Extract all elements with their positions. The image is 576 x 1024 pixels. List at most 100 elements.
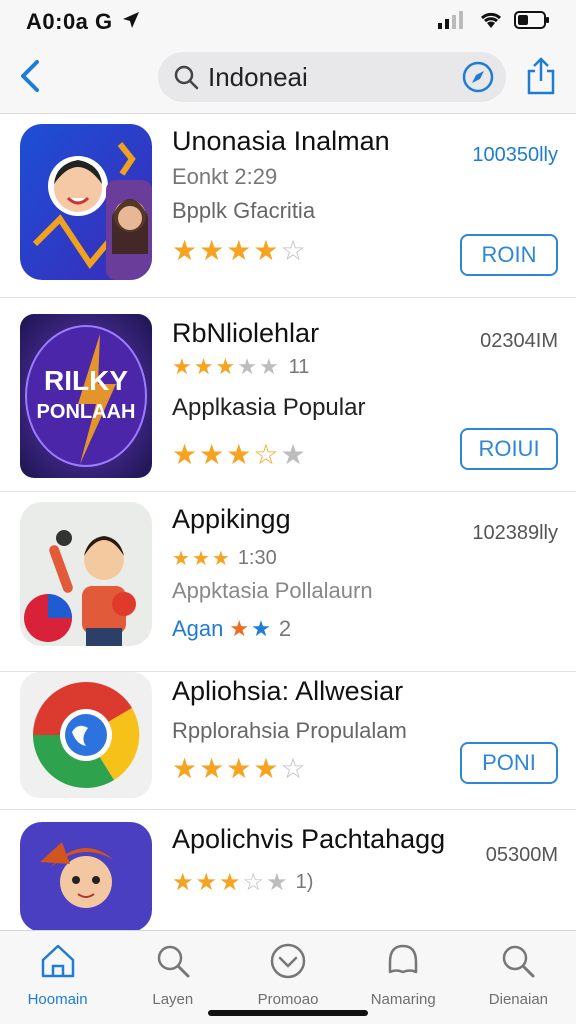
wifi-icon [478,10,504,35]
star-empty-icon: ★ [237,354,257,379]
star-icon: ★ [199,753,225,784]
app-subtitle: 1:30 [237,547,277,569]
star-icon: ★ [253,753,279,784]
star-icon: ★ [219,869,241,896]
star-half-icon: ☆ [253,439,279,470]
home-indicator[interactable] [208,1010,368,1016]
search-icon [498,941,538,981]
tab-bar: Hoomain Layen Promoao Namaring Dienaian [0,930,576,1024]
star-half-icon: ★ [172,439,198,470]
list-item[interactable]: Unonasia Inalman Eonkt 2:29 Bpplk Gfacri… [0,114,576,298]
app-list: Unonasia Inalman Eonkt 2:29 Bpplk Gfacri… [0,114,576,930]
share-icon [527,57,555,95]
battery-icon [514,10,550,35]
back-button[interactable] [14,58,46,94]
rating-stars: ★ ★ ★ ☆ ★ [172,438,306,471]
share-button[interactable] [524,56,558,96]
chevron-circle-icon [268,941,308,981]
status-bar: A0:0a G [0,0,576,44]
search-field[interactable]: Indoneai [158,52,506,102]
rating-stars: ★ ★ ★ ☆ ★ 1) [172,868,313,897]
rating-stars: ★ ★ ★ ★ ☆ [172,234,306,267]
list-item[interactable]: Apliohsia: Allwesiar Rpplorahsia Propula… [0,672,576,810]
status-left: A0:0a G [26,9,141,35]
rating-count: 2 [278,616,292,641]
app-category: Applkasia Popular [172,394,366,421]
search-icon [172,63,200,91]
star-icon: ★ [172,235,198,266]
app-icon [20,822,152,930]
status-time: A0:0a G [26,9,113,34]
tab-label: Hoomain [27,991,88,1008]
star-icon: ★ [199,439,225,470]
star-icon: ★ [211,548,230,570]
app-size: 02304IM [480,330,558,352]
app-icon [20,502,152,646]
star-icon: ★ [229,616,250,641]
star-icon: ★ [226,439,252,470]
star-empty-icon: ☆ [242,869,265,896]
app-size: 100350lly [472,144,558,166]
app-icon [20,124,152,280]
app-name: RbNliolehlar [172,318,320,348]
rating-count: 1) [295,871,314,893]
star-empty-icon: ★ [258,354,279,379]
app-size: 102389lly [472,522,558,544]
app-name: Unonasia Inalman [172,126,390,156]
star-icon: ★ [195,869,218,896]
rating-count: 11 [288,355,310,378]
star-icon: ★ [226,753,252,784]
tab-label: Layen [152,991,194,1008]
app-name: Appikingg [172,504,291,534]
agan-label: Agan [172,616,224,641]
location-arrow-icon [121,10,141,35]
star-icon: ★ [172,548,190,570]
status-right [438,10,550,35]
app-category: Rpplorahsia Propulalam [172,718,407,743]
star-icon: ★ [172,869,194,896]
tab-dienaian[interactable]: Dienaian [461,931,576,1024]
star-empty-icon: ☆ [280,753,306,784]
star-empty-icon: ☆ [280,235,306,266]
app-category: Bpplk Gfacritia [172,198,316,223]
star-icon: ★ [191,548,210,570]
nav-bar: Indoneai [0,44,576,114]
star-icon: ★ [253,235,279,266]
rating-stars-small: ★ ★ ★ ★ ★ 11 [172,354,309,380]
chevron-left-icon [21,60,39,92]
star-icon: ★ [251,616,271,641]
star-icon: ★ [199,235,225,266]
home-icon [38,941,78,981]
list-item[interactable]: Appikingg ★ ★ ★ 1:30 Appktasia Pollalaur… [0,492,576,672]
app-category: Appktasia Pollalaurn [172,578,373,603]
get-button[interactable]: ROIN [460,234,558,276]
icon-text-top: RILKY [44,365,128,396]
list-item[interactable]: RILKY PONLAAH RbNliolehlar ★ ★ ★ ★ ★ 11 … [0,298,576,492]
star-empty-icon: ★ [280,439,306,470]
get-button[interactable]: PONI [460,742,558,784]
star-icon: ★ [172,753,198,784]
compass-icon[interactable] [460,59,496,95]
star-empty-icon: ★ [266,869,288,896]
signal-icon [438,10,468,34]
search-icon [153,941,193,981]
list-item[interactable]: Apolichvis Pachtahagg ★ ★ ★ ☆ ★ 1) 05300… [0,810,576,930]
star-icon: ★ [193,354,214,379]
star-icon: ★ [215,354,236,379]
app-size: 05300M [485,844,558,866]
bubble-icon [383,941,423,981]
app-icon: RILKY PONLAAH [20,314,152,478]
icon-text-bottom: PONLAAH [37,401,136,423]
agan-row: Agan ★ ★ 2 [172,616,291,642]
tab-label: Dienaian [488,991,549,1008]
app-name: Apliohsia: Allwesiar [172,676,404,706]
rating-stars-small: ★ ★ ★ 1:30 [172,546,277,571]
tab-label: Namaring [370,991,436,1008]
tab-label: Promoao [257,991,319,1008]
tab-home[interactable]: Hoomain [0,931,115,1024]
search-input[interactable]: Indoneai [208,62,460,93]
app-subtitle: Eonkt 2:29 [172,164,278,189]
star-icon: ★ [226,235,252,266]
get-button[interactable]: ROIUI [460,428,558,470]
app-icon [20,672,152,798]
